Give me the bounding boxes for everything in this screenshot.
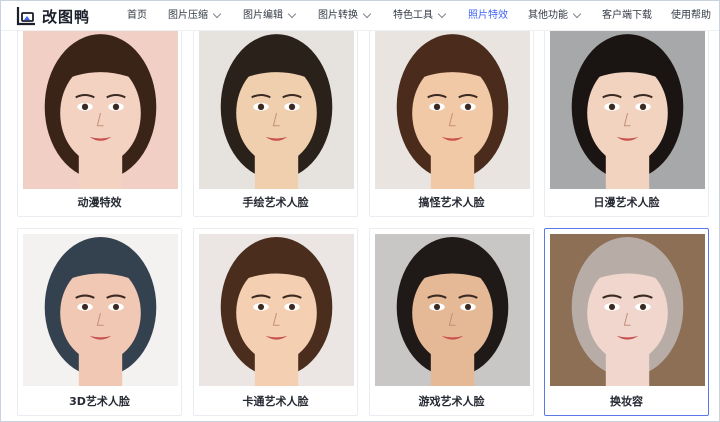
anime-portrait-image — [23, 31, 178, 189]
chevron-down-icon — [212, 9, 222, 19]
effect-card-label: 日漫艺术人脸 — [593, 196, 660, 209]
chevron-down-icon — [287, 9, 297, 19]
hand-drawn-portrait-image — [199, 31, 354, 189]
effect-card-label: 卡通艺术人脸 — [242, 395, 309, 408]
makeup-portrait-image — [550, 234, 705, 386]
effect-card[interactable]: 游戏艺术人脸 — [369, 228, 534, 416]
nav-image-compress[interactable]: 图片压缩 — [168, 1, 222, 31]
nav-photo-effects-label: 照片特效 — [468, 10, 508, 21]
logo-icon — [16, 7, 35, 26]
japanese-anime-portrait-image — [550, 31, 705, 189]
effect-card[interactable]: 手绘艺术人脸 — [193, 25, 358, 217]
nav-image-convert-label: 图片转换 — [318, 10, 358, 21]
effect-card[interactable]: 动漫特效 — [17, 25, 182, 217]
nav-special-tools-label: 特色工具 — [393, 10, 433, 21]
effect-card-label: 搞怪艺术人脸 — [418, 196, 485, 209]
nav-image-edit-label: 图片编辑 — [243, 10, 283, 21]
nav-client-download[interactable]: 客户端下载 — [602, 1, 652, 31]
logo-text: 改图鸭 — [42, 7, 91, 26]
chevron-down-icon — [437, 9, 447, 19]
top-navbar: 改图鸭 首页 图片压缩 图片编辑 图片转换 特色工具 照片特效 其他功能 客户端… — [1, 1, 719, 31]
effect-card[interactable]: 搞怪艺术人脸 — [369, 25, 534, 217]
nav-help[interactable]: 使用帮助 — [671, 1, 711, 31]
nav-special-tools[interactable]: 特色工具 — [393, 1, 447, 31]
3d-portrait-image — [23, 234, 178, 386]
site-logo[interactable]: 改图鸭 — [15, 4, 90, 28]
cartoon-portrait-image — [199, 234, 354, 386]
nav-other-functions-label: 其他功能 — [528, 10, 568, 21]
effect-card-label: 手绘艺术人脸 — [242, 196, 309, 209]
effect-card[interactable]: 卡通艺术人脸 — [193, 228, 358, 416]
caricature-portrait-image — [375, 31, 530, 189]
nav-image-edit[interactable]: 图片编辑 — [243, 1, 297, 31]
nav-help-label: 使用帮助 — [671, 10, 711, 21]
effect-card-label: 3D艺术人脸 — [69, 395, 130, 408]
chevron-down-icon — [572, 9, 582, 19]
effect-card[interactable]: 换妆容 — [544, 228, 709, 416]
game-portrait-image — [375, 234, 530, 386]
effect-card[interactable]: 日漫艺术人脸 — [544, 25, 709, 217]
effect-card-label: 换妆容 — [610, 395, 643, 408]
nav-image-compress-label: 图片压缩 — [168, 10, 208, 21]
nav-other-functions[interactable]: 其他功能 — [528, 1, 582, 31]
nav-client-download-label: 客户端下载 — [602, 10, 652, 21]
effect-card-label: 动漫特效 — [77, 196, 122, 209]
nav-home-label: 首页 — [127, 10, 147, 21]
chevron-down-icon — [362, 9, 372, 19]
nav-image-convert[interactable]: 图片转换 — [318, 1, 372, 31]
effect-card-label: 游戏艺术人脸 — [418, 395, 485, 408]
nav-photo-effects[interactable]: 照片特效 — [468, 1, 508, 31]
effect-card[interactable]: 3D艺术人脸 — [17, 228, 182, 416]
nav-home[interactable]: 首页 — [127, 1, 147, 31]
